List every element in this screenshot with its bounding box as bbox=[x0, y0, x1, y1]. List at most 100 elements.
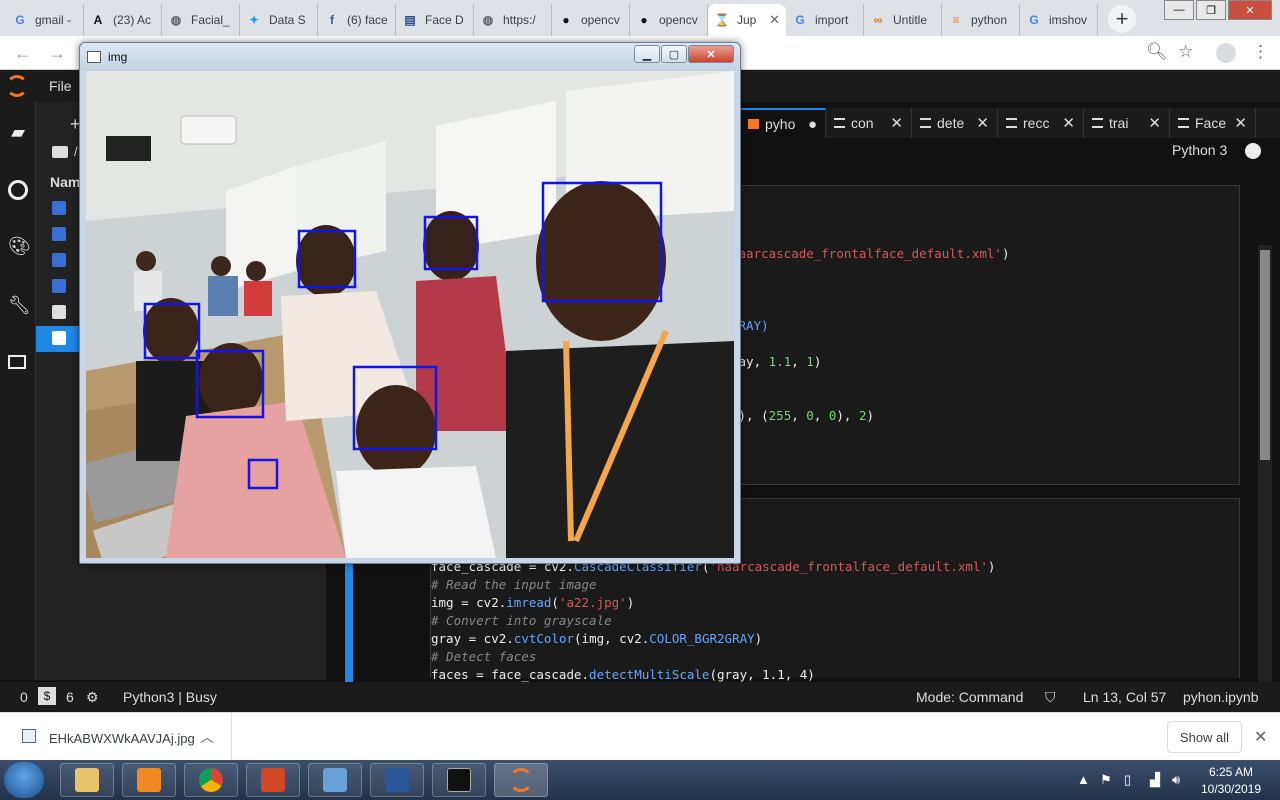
mode-indicator[interactable]: Mode: Command bbox=[916, 689, 1023, 705]
window-maximize-button[interactable]: ▢ bbox=[661, 45, 687, 63]
running-stop-icon[interactable] bbox=[8, 180, 28, 200]
image-file-icon bbox=[52, 227, 66, 241]
kernel-name[interactable]: Python 3 bbox=[1172, 142, 1227, 158]
close-tab-icon[interactable]: ✕ bbox=[890, 114, 903, 132]
maximize-button[interactable]: ❐ bbox=[1196, 0, 1226, 20]
window-close-button[interactable]: ✕ bbox=[688, 45, 734, 63]
minimize-button[interactable]: — bbox=[1164, 0, 1194, 20]
media-player-icon bbox=[137, 768, 161, 792]
forward-arrow-icon[interactable]: → bbox=[48, 43, 66, 64]
taskbar-jupyter[interactable] bbox=[494, 763, 548, 797]
browser-tab-label: python bbox=[971, 13, 1008, 27]
profile-avatar-icon[interactable] bbox=[1216, 43, 1236, 63]
breadcrumb[interactable]: / bbox=[74, 144, 78, 159]
notebook-tab[interactable]: recc ✕ bbox=[998, 108, 1084, 138]
browser-tab-label: (23) Ac bbox=[113, 13, 152, 27]
cursor-position[interactable]: Ln 13, Col 57 bbox=[1083, 689, 1166, 705]
action-center-flag-icon[interactable]: ⚑ bbox=[1100, 772, 1112, 788]
file-list-header-name[interactable]: Nam bbox=[50, 174, 80, 190]
browser-tab[interactable]: ≡ python bbox=[942, 4, 1020, 36]
kernel-status[interactable]: Python3 | Busy bbox=[123, 689, 217, 705]
system-clock[interactable]: 6:25 AM 10/30/2019 bbox=[1196, 764, 1266, 798]
back-arrow-icon[interactable]: ← bbox=[14, 43, 32, 64]
close-tab-icon[interactable]: ✕ bbox=[1234, 114, 1247, 132]
status-bar: 0 $ 6 ⚙ Python3 | Busy Mode: Command ⛉ L… bbox=[0, 682, 1280, 712]
browser-tab[interactable]: ● opencv bbox=[552, 4, 630, 36]
window-title-bar[interactable]: img ▁ ▢ ✕ bbox=[80, 43, 740, 71]
jupyter-icon bbox=[509, 768, 533, 792]
folder-icon bbox=[75, 768, 99, 792]
window-minimize-button[interactable]: ▁ bbox=[634, 45, 660, 63]
taskbar-command-prompt[interactable] bbox=[432, 763, 486, 797]
unsaved-dot-icon[interactable]: ● bbox=[808, 116, 817, 133]
text-file-icon bbox=[1178, 118, 1189, 128]
download-filename[interactable]: EHkABWXWkAAVJAj.jpg bbox=[49, 731, 195, 746]
wrench-icon[interactable]: 🔧︎ bbox=[8, 295, 31, 315]
notebook-tab[interactable]: Face ✕ bbox=[1170, 108, 1256, 138]
code-function: imread bbox=[506, 595, 552, 610]
browser-tab[interactable]: ✦ Data S bbox=[240, 4, 318, 36]
status-count-a[interactable]: 0 bbox=[20, 689, 28, 705]
code-string: 'a22.jpg' bbox=[558, 595, 627, 610]
home-folder-icon[interactable] bbox=[52, 146, 68, 158]
browser-tab[interactable]: ◍ Facial_ bbox=[162, 4, 240, 36]
start-button[interactable] bbox=[4, 762, 44, 798]
browser-tab-label: imshov bbox=[1049, 13, 1088, 27]
close-tab-icon[interactable]: ✕ bbox=[769, 12, 780, 28]
image-file-icon bbox=[52, 201, 66, 215]
zoom-icon[interactable]: 🔍︎ bbox=[1146, 42, 1168, 62]
tabs-icon[interactable] bbox=[8, 355, 26, 369]
browser-tab-label: Data S bbox=[269, 13, 306, 27]
browser-tab[interactable]: ∞ Untitle bbox=[864, 4, 942, 36]
bookmark-star-icon[interactable]: ☆ bbox=[1178, 42, 1193, 62]
browser-tab-strip: Ggmail - A (23) Ac ◍ Facial_ ✦ Data S f (6) face… bbox=[0, 0, 1280, 36]
menu-file[interactable]: File bbox=[49, 78, 72, 94]
taskbar-file-explorer[interactable] bbox=[60, 763, 114, 797]
volume-icon[interactable]: 🔊︎ bbox=[1172, 772, 1180, 788]
folder-icon[interactable]: ▰ bbox=[8, 122, 28, 142]
taskbar-chrome[interactable] bbox=[184, 763, 238, 797]
scrollbar-thumb[interactable] bbox=[1260, 250, 1270, 460]
taskbar-powerpoint[interactable] bbox=[246, 763, 300, 797]
browser-tab-label: opencv bbox=[581, 13, 620, 27]
opencv-image-window[interactable]: img ▁ ▢ ✕ bbox=[79, 42, 741, 564]
chevron-up-icon[interactable]: ︿ bbox=[200, 727, 214, 747]
browser-tab[interactable]: f (6) face bbox=[318, 4, 396, 36]
close-tab-icon[interactable]: ✕ bbox=[1062, 114, 1075, 132]
taskbar-media-player[interactable] bbox=[122, 763, 176, 797]
status-count-b[interactable]: 6 bbox=[66, 689, 74, 705]
download-item[interactable]: EHkABWXWkAAVJAj.jpg ︿ bbox=[0, 713, 232, 760]
taskbar-control-panel[interactable] bbox=[308, 763, 362, 797]
browser-tab[interactable]: ● opencv bbox=[630, 4, 708, 36]
close-tab-icon[interactable]: ✕ bbox=[976, 114, 989, 132]
close-window-button[interactable]: ✕ bbox=[1228, 0, 1272, 20]
new-tab-button[interactable]: + bbox=[1108, 5, 1136, 33]
code-number: 0 bbox=[806, 408, 814, 423]
taskbar-word[interactable] bbox=[370, 763, 424, 797]
browser-tab[interactable]: A (23) Ac bbox=[84, 4, 162, 36]
browser-tab[interactable]: ▤ Face D bbox=[396, 4, 474, 36]
code-string: 'haarcascade_frontalface_default.xml' bbox=[709, 559, 988, 574]
notebook-tab[interactable]: trai ✕ bbox=[1084, 108, 1170, 138]
close-tab-icon[interactable]: ✕ bbox=[1148, 114, 1161, 132]
code-number: 0 bbox=[828, 408, 837, 423]
browser-tab[interactable]: Gimport bbox=[786, 4, 864, 36]
browser-tab[interactable]: ◍ https:/ bbox=[474, 4, 552, 36]
show-all-button[interactable]: Show all bbox=[1167, 721, 1242, 753]
code-line: ray, 1.1, 1) bbox=[731, 354, 822, 369]
show-hidden-icons[interactable]: ▲ bbox=[1077, 772, 1090, 787]
more-menu-icon[interactable]: ⋮ bbox=[1252, 42, 1269, 62]
notebook-tab[interactable]: pyho ● bbox=[740, 108, 826, 138]
notebook-tab[interactable]: dete ✕ bbox=[912, 108, 998, 138]
palette-icon[interactable]: 🎨︎ bbox=[8, 236, 31, 256]
browser-tab[interactable]: Gimshov bbox=[1020, 4, 1098, 36]
github-icon: ● bbox=[640, 13, 648, 27]
network-icon[interactable]: ▟ bbox=[1150, 772, 1160, 788]
browser-tab[interactable]: ⌛ Jup ✕ bbox=[708, 4, 786, 36]
notebook-tab[interactable]: con ✕ bbox=[826, 108, 912, 138]
window-title: img bbox=[108, 50, 128, 64]
close-icon[interactable]: ✕ bbox=[1254, 727, 1267, 747]
browser-tab[interactable]: Ggmail - bbox=[6, 4, 84, 36]
code-comment: # Read the input image bbox=[431, 577, 597, 592]
battery-icon[interactable]: ▯ bbox=[1124, 772, 1131, 788]
